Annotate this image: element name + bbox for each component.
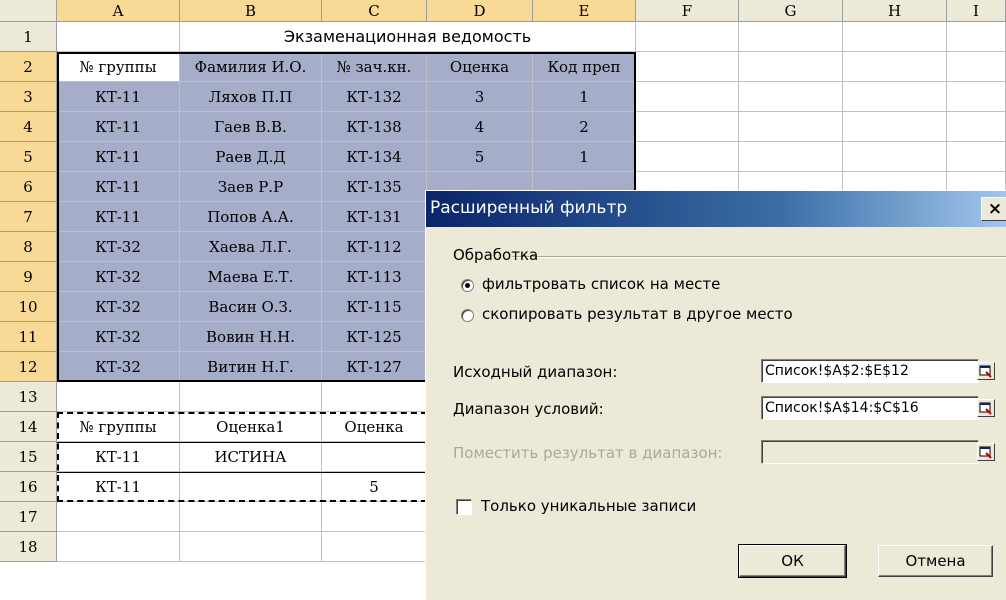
- cell[interactable]: [180, 382, 322, 412]
- criteria-range-label: Диапазон условий:: [453, 400, 604, 418]
- row-header-12[interactable]: 12: [0, 352, 57, 382]
- column-header-E[interactable]: E: [533, 0, 636, 22]
- cell[interactable]: [843, 22, 947, 52]
- unique-records-checkbox[interactable]: [456, 499, 472, 515]
- row-header-14[interactable]: 14: [0, 412, 57, 442]
- row-header-9[interactable]: 9: [0, 262, 57, 292]
- filter-in-place-label[interactable]: фильтровать список на месте: [482, 275, 720, 293]
- cell[interactable]: [57, 382, 180, 412]
- criteria-range-marquee: [57, 412, 427, 502]
- copy-to-range-label: Поместить результат в диапазон:: [453, 444, 723, 462]
- unique-records-label[interactable]: Только уникальные записи: [481, 497, 696, 515]
- cell[interactable]: [636, 82, 739, 112]
- list-range-collapse-icon[interactable]: [977, 362, 995, 380]
- column-header-G[interactable]: G: [739, 0, 843, 22]
- sheet-title[interactable]: Экзаменационная ведомость: [180, 22, 636, 52]
- cell[interactable]: [739, 142, 843, 172]
- row-header-11[interactable]: 11: [0, 322, 57, 352]
- cell[interactable]: [843, 82, 947, 112]
- cell[interactable]: [180, 502, 322, 532]
- radio-selected-dot: [465, 283, 470, 288]
- criteria-row-border: [57, 472, 427, 473]
- row-header-3[interactable]: 3: [0, 82, 57, 112]
- cell[interactable]: [947, 142, 1006, 172]
- cell[interactable]: [57, 22, 180, 52]
- row-header-1[interactable]: 1: [0, 22, 57, 52]
- criteria-range-input[interactable]: Список!$A$14:$C$16: [761, 396, 979, 420]
- copy-to-location-label[interactable]: скопировать результат в другое место: [482, 305, 793, 323]
- cell[interactable]: [843, 142, 947, 172]
- row-header-6[interactable]: 6: [0, 172, 57, 202]
- row-header-15[interactable]: 15: [0, 442, 57, 472]
- cell[interactable]: [947, 82, 1006, 112]
- ok-button[interactable]: ОК: [738, 544, 847, 578]
- group-divider: [512, 256, 1006, 258]
- row-header-7[interactable]: 7: [0, 202, 57, 232]
- cell[interactable]: [843, 52, 947, 82]
- cell[interactable]: [739, 52, 843, 82]
- cell[interactable]: [322, 502, 427, 532]
- cell[interactable]: [843, 112, 947, 142]
- row-header-13[interactable]: 13: [0, 382, 57, 412]
- dialog-title: Расширенный фильтр: [430, 198, 628, 218]
- cell[interactable]: [636, 142, 739, 172]
- criteria-range-collapse-icon[interactable]: [977, 399, 995, 417]
- copy-to-location-radio[interactable]: [461, 309, 474, 322]
- advanced-filter-dialog: Расширенный фильтр × Обработка фильтрова…: [425, 190, 1006, 600]
- cell[interactable]: [180, 532, 322, 562]
- row-header-10[interactable]: 10: [0, 292, 57, 322]
- row-header-16[interactable]: 16: [0, 472, 57, 502]
- cell[interactable]: [636, 52, 739, 82]
- cell[interactable]: [739, 22, 843, 52]
- close-icon[interactable]: ×: [981, 197, 1006, 221]
- column-header-B[interactable]: B: [180, 0, 322, 22]
- cell[interactable]: [739, 112, 843, 142]
- list-range-label: Исходный диапазон:: [453, 363, 618, 381]
- cell[interactable]: [739, 82, 843, 112]
- row-header-4[interactable]: 4: [0, 112, 57, 142]
- copy-to-range-input: [761, 440, 979, 464]
- criteria-row-border: [57, 442, 427, 443]
- cell[interactable]: [947, 52, 1006, 82]
- cell[interactable]: [947, 112, 1006, 142]
- row-header-8[interactable]: 8: [0, 232, 57, 262]
- column-header-D[interactable]: D: [427, 0, 533, 22]
- filter-in-place-radio[interactable]: [461, 279, 474, 292]
- column-header-F[interactable]: F: [636, 0, 739, 22]
- column-header-C[interactable]: C: [322, 0, 427, 22]
- processing-group-label: Обработка: [453, 246, 539, 264]
- cell[interactable]: [636, 22, 739, 52]
- cell[interactable]: [947, 22, 1006, 52]
- select-all-corner[interactable]: [0, 0, 57, 22]
- column-header-H[interactable]: H: [843, 0, 947, 22]
- row-header-5[interactable]: 5: [0, 142, 57, 172]
- column-header-I[interactable]: I: [947, 0, 1006, 22]
- row-header-18[interactable]: 18: [0, 532, 57, 562]
- row-header-17[interactable]: 17: [0, 502, 57, 532]
- column-header-A[interactable]: A: [57, 0, 180, 22]
- copy-to-range-collapse-icon: [977, 443, 995, 461]
- cell[interactable]: [57, 502, 180, 532]
- cell[interactable]: [322, 382, 427, 412]
- cancel-button[interactable]: Отмена: [878, 545, 993, 577]
- cell[interactable]: [57, 532, 180, 562]
- cell[interactable]: [322, 532, 427, 562]
- row-header-2[interactable]: 2: [0, 52, 57, 82]
- cell[interactable]: [636, 112, 739, 142]
- list-range-input[interactable]: Список!$A$2:$E$12: [761, 359, 979, 383]
- dialog-title-bar[interactable]: Расширенный фильтр ×: [426, 191, 1006, 227]
